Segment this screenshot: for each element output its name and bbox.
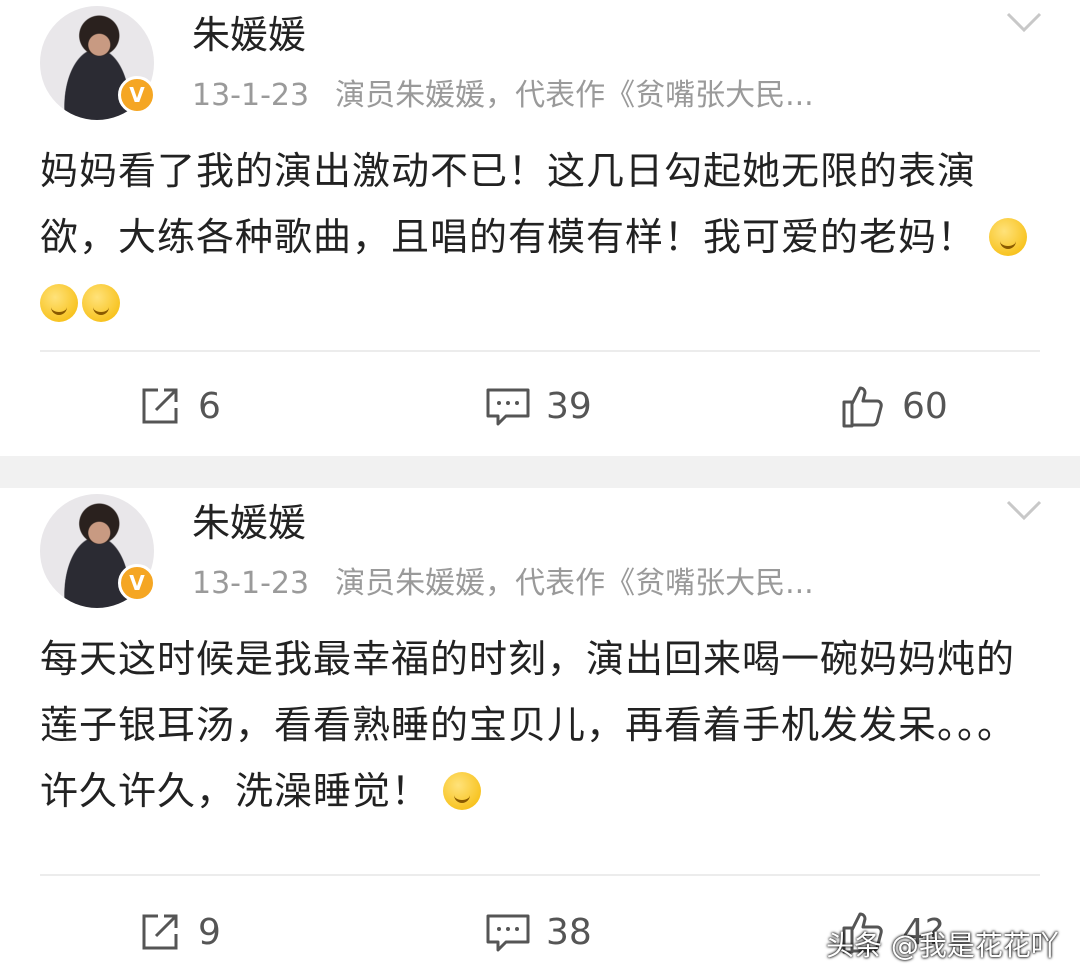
post-content: 妈妈看了我的演出激动不已！这几日勾起她无限的表演欲，大练各种歌曲，且唱的有模有样… [40,138,1050,336]
like-button[interactable]: 60 [840,376,948,436]
weibo-post: V 朱媛媛 13-1-23 演员朱媛媛，代表作《贫嘴张大民... 每天这时候是我最… [0,488,1080,980]
happy-emoji-icon [443,772,482,810]
share-button[interactable]: 9 [136,902,221,962]
user-bio: 演员朱媛媛，代表作《贫嘴张大民... [335,566,814,601]
share-count: 9 [198,911,221,953]
post-meta: 13-1-23 演员朱媛媛，代表作《贫嘴张大民... [192,558,814,602]
post-date: 13-1-23 [192,566,310,601]
share-icon [142,914,178,950]
divider [40,350,1040,352]
share-button[interactable]: 6 [136,376,221,436]
verified-badge-icon: V [118,76,156,114]
comment-count: 38 [546,911,592,953]
divider [40,874,1040,876]
share-icon [142,388,178,424]
weibo-post: V 朱媛媛 13-1-23 演员朱媛媛，代表作《贫嘴张大民... 妈妈看了我的演出… [0,0,1080,456]
username[interactable]: 朱媛媛 [192,4,306,59]
action-bar: 6 39 60 [0,376,1080,436]
thumbs-up-icon [842,386,883,428]
post-text: 妈妈看了我的演出激动不已！这几日勾起她无限的表演欲，大练各种歌曲，且唱的有模有样… [40,149,977,259]
shy-emoji-icon [82,284,120,322]
post-meta: 13-1-23 演员朱媛媛，代表作《贫嘴张大民... [192,70,814,114]
comment-button[interactable]: 38 [484,902,592,962]
kiss-emoji-icon [989,218,1028,256]
post-text: 每天这时候是我最幸福的时刻，演出回来喝一碗妈妈炖的莲子银耳汤，看看熟睡的宝贝儿，… [40,637,1017,813]
chevron-down-icon[interactable] [1004,8,1044,36]
chevron-down-icon[interactable] [1004,496,1044,524]
user-bio: 演员朱媛媛，代表作《贫嘴张大民... [335,78,814,113]
username[interactable]: 朱媛媛 [192,492,306,547]
watermark: 头条 @我是花花吖 [826,929,1059,962]
verified-badge-icon: V [118,564,156,602]
like-count: 60 [902,385,948,427]
comment-button[interactable]: 39 [484,376,592,436]
comment-icon [486,388,530,426]
post-separator [0,456,1080,488]
share-count: 6 [198,385,221,427]
post-content: 每天这时候是我最幸福的时刻，演出回来喝一碗妈妈炖的莲子银耳汤，看看熟睡的宝贝儿，… [40,626,1050,824]
smile-emoji-icon [40,284,78,322]
post-date: 13-1-23 [192,78,310,113]
comment-count: 39 [546,385,592,427]
comment-icon [486,914,530,952]
